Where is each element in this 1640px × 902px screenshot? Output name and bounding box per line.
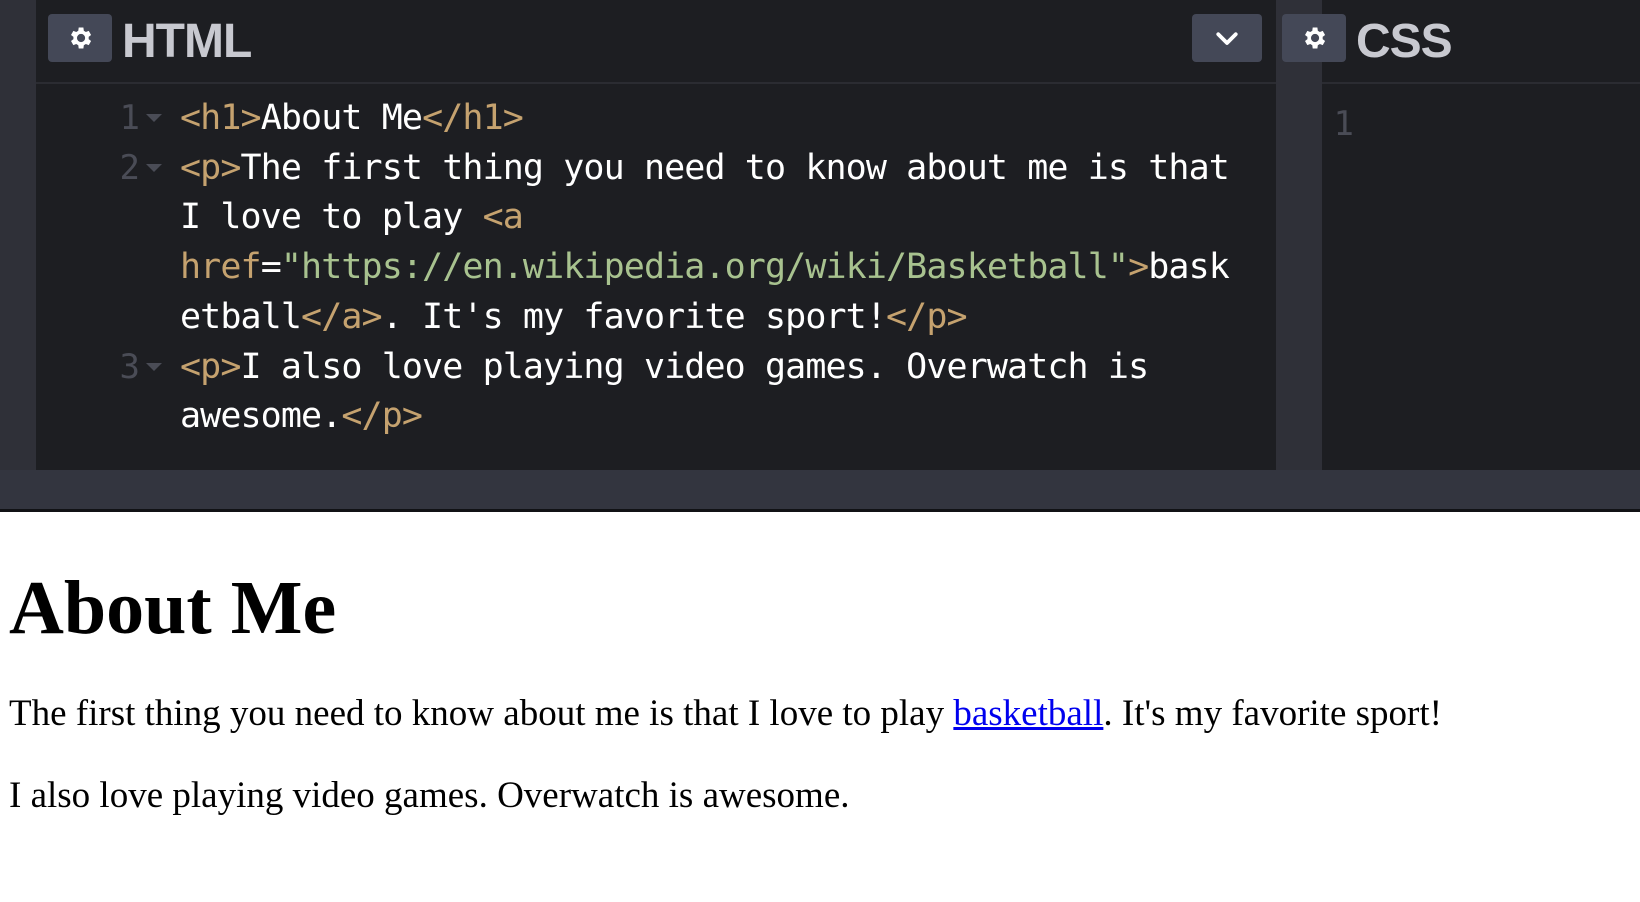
css-editor-panel[interactable]: CSS 1	[1282, 0, 1640, 472]
html-collapse-button[interactable]	[1192, 14, 1262, 62]
panel-divider[interactable]	[1276, 0, 1322, 472]
html-panel-title: HTML	[122, 15, 252, 68]
fold-arrow-icon[interactable]	[146, 163, 162, 172]
editor-resize-bar[interactable]	[0, 470, 1640, 512]
code-line[interactable]: 1 <h1>About Me</h1>	[36, 92, 1276, 144]
preview-heading: About Me	[9, 566, 337, 650]
css-panel-title: CSS	[1356, 15, 1453, 68]
code-token: The first thing you need to know about m…	[240, 147, 1230, 188]
code-text: href="https://en.wikipedia.org/wiki/Bask…	[180, 241, 1230, 293]
gear-icon	[71, 27, 92, 49]
code-line[interactable]: href="https://en.wikipedia.org/wiki/Bask…	[36, 241, 1276, 293]
css-line-number: 1	[1333, 104, 1354, 144]
code-token: etball	[180, 296, 302, 337]
code-line[interactable]: awesome.</p>	[36, 390, 1276, 442]
preview-paragraph-1-tail: . It's my favorite sport!	[1103, 693, 1442, 734]
code-line[interactable]: 2 <p>The first thing you need to know abo…	[36, 142, 1276, 194]
preview-paragraph-1: The first thing you need to know about m…	[9, 689, 1442, 739]
code-token: About Me	[260, 98, 423, 138]
code-token: bask	[1148, 247, 1230, 288]
code-token: I love to play	[180, 197, 483, 238]
gear-icon	[1305, 27, 1326, 49]
code-text: <p>I also love playing video games. Over…	[180, 341, 1150, 393]
code-token: </a>	[301, 296, 383, 337]
line-number: 1	[119, 98, 140, 138]
code-token: >	[1128, 247, 1149, 288]
code-text: awesome.</p>	[180, 390, 423, 442]
code-token: "https://en.wikipedia.org/wiki/Basketbal…	[280, 247, 1129, 288]
code-token: awesome.	[180, 396, 342, 437]
preview-paragraph-1-text: The first thing you need to know about m…	[9, 693, 954, 734]
editor-area: HTML 1 <h1>About Me</h1> 2 <p>The first thi…	[0, 0, 1640, 512]
line-number: 2	[119, 147, 140, 188]
code-token: =	[260, 247, 282, 288]
html-settings-button[interactable]	[48, 14, 112, 62]
code-line[interactable]: I love to play <a	[36, 191, 1276, 243]
code-text: etball</a>. It's my favorite sport!</p>	[180, 291, 968, 343]
code-text: <p>The first thing you need to know abou…	[180, 142, 1230, 194]
fold-arrow-icon[interactable]	[146, 362, 162, 371]
code-text: <h1>About Me</h1>	[180, 92, 524, 144]
line-number: 3	[119, 346, 140, 387]
chevron-down-icon	[1216, 32, 1238, 45]
code-line[interactable]: 3 <p>I also love playing video games. Ove…	[36, 341, 1276, 393]
css-panel-header: CSS	[1282, 0, 1640, 84]
css-settings-button[interactable]	[1282, 14, 1346, 62]
code-line[interactable]: etball</a>. It's my favorite sport!</p>	[36, 291, 1276, 343]
preview-paragraph-2: I also love playing video games. Overwat…	[9, 775, 850, 816]
code-token: <p>	[180, 346, 241, 387]
code-token: </p>	[341, 396, 423, 437]
code-text: I love to play <a	[180, 191, 524, 243]
html-code-body[interactable]: 1 <h1>About Me</h1> 2 <p>The first thing yo…	[36, 86, 1276, 472]
html-editor-panel[interactable]: HTML 1 <h1>About Me</h1> 2 <p>The first thi…	[36, 0, 1298, 472]
code-token: <p>	[180, 147, 241, 188]
fold-arrow-icon[interactable]	[146, 114, 162, 122]
left-gutter-strip	[0, 0, 36, 472]
code-token: </h1>	[422, 98, 524, 138]
code-token: . It's my favorite sport!	[381, 296, 887, 337]
code-token: <a	[482, 197, 524, 238]
html-panel-header: HTML	[36, 0, 1276, 84]
basketball-link[interactable]: basketball	[953, 693, 1103, 734]
code-token: <h1>	[180, 98, 262, 138]
code-token: </p>	[886, 296, 968, 337]
code-token: href	[180, 247, 262, 288]
preview-pane: About Me The first thing you need to kno…	[0, 515, 1640, 902]
code-token: I also love playing video games. Overwat…	[240, 346, 1150, 387]
